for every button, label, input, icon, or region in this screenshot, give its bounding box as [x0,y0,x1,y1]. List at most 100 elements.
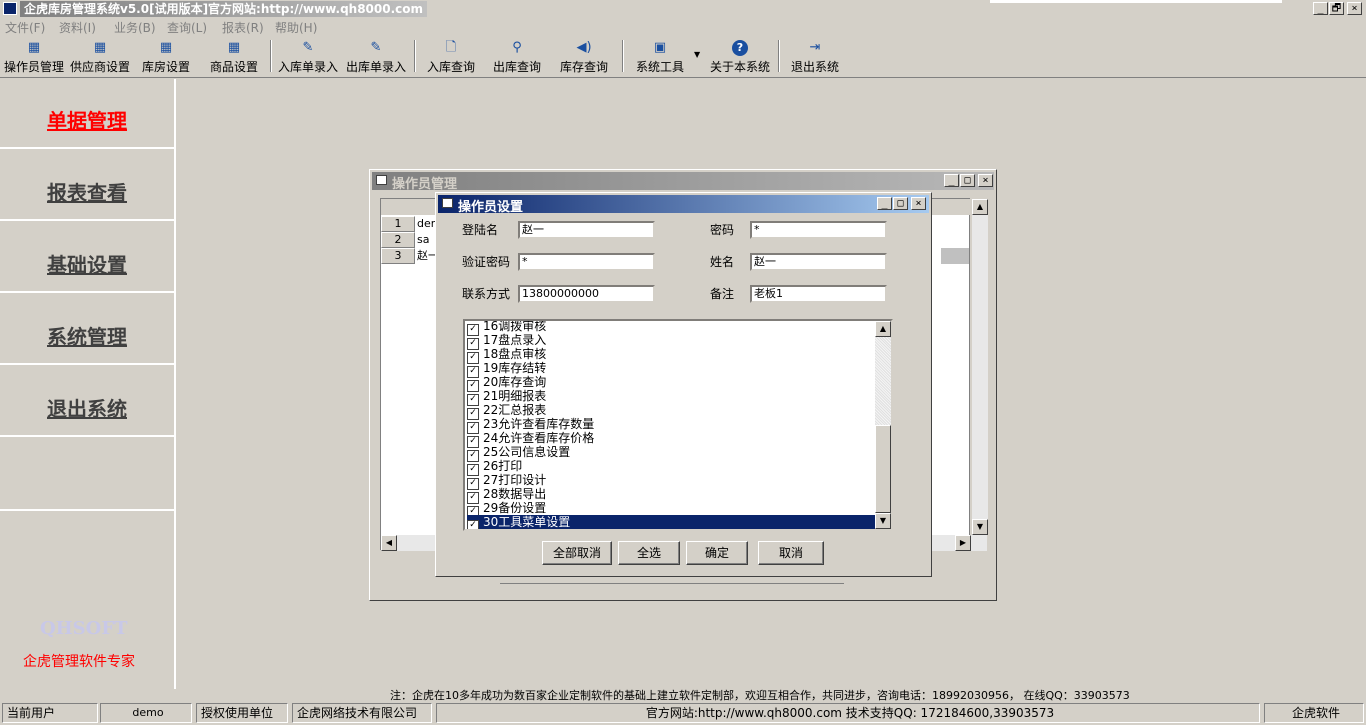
toolbar-exit-button[interactable]: ⇥ 退出系统 [788,40,842,74]
pen-icon: ✎ [370,40,382,55]
grid-cell-name[interactable]: sa [417,232,429,248]
permission-item[interactable]: ✓ 28数据导出 [467,487,546,504]
menu-bar: 文件(F) 资料(I) 业务(B) 查询(L) 报表(R) 帮助(H) [0,19,1366,37]
scroll-up-icon[interactable]: ▲ [875,321,891,337]
brand-slogan: 企虎管理软件专家 [23,654,135,670]
toolbar-separator [622,40,624,72]
brand-logo-text: QHSOFT [40,618,128,639]
toolbar-supplier-button[interactable]: ▦ 供应商设置 [68,40,132,74]
grid-row-number: 2 [381,232,415,248]
cancel-button[interactable]: 取消 [758,541,824,565]
permission-item[interactable]: ✓ 17盘点录入 [467,333,546,350]
permission-list[interactable]: ✓ 16调拨审核 ✓ 17盘点录入 ✓ 18盘点审核 ✓ 19库存结转 ✓ 20库存查询 … [463,319,893,531]
grid-vertical-scrollbar[interactable]: ▲ ▼ [971,199,988,535]
window-icon [376,175,387,185]
login-name-input[interactable]: 赵一 [518,221,655,239]
minimize-button[interactable]: _ [877,197,892,210]
toolbar-separator [270,40,272,72]
toolbar-inbound-query-button[interactable]: 🗋 入库查询 [424,40,478,74]
nav-divider [0,509,174,511]
menu-report[interactable]: 报表(R) [222,19,264,37]
checkbox-checked-icon[interactable]: ✓ [467,520,479,529]
nav-item-documents[interactable]: 单据管理 [0,79,174,149]
password-input[interactable]: * [750,221,887,239]
permission-item[interactable]: ✓ 26打印 [467,459,522,476]
menu-query[interactable]: 查询(L) [167,19,207,37]
note-input[interactable]: 老板1 [750,285,887,303]
password-label: 密码 [710,223,735,237]
dialog-titlebar: 操作员设置 _ □ × [438,195,929,215]
verify-password-label: 验证密码 [462,255,511,269]
login-name-label: 登陆名 [462,223,499,237]
toolbar-product-button[interactable]: ▦ 商品设置 [206,40,262,74]
minimize-button[interactable]: _ [1313,2,1328,15]
permission-item[interactable]: ✓ 29备份设置 [467,501,546,518]
contact-label: 联系方式 [462,287,511,301]
toolbar-inbound-entry-button[interactable]: ✎ 入库单录入 [276,40,340,74]
spreadsheet-icon: ▦ [93,40,107,55]
permission-item-selected[interactable]: ✓ 30工具菜单设置 [467,515,877,529]
toolbar-warehouse-button[interactable]: ▦ 库房设置 [138,40,194,74]
menu-help[interactable]: 帮助(H) [275,19,317,37]
exit-door-icon: ⇥ [809,40,821,55]
toolbar-separator [414,40,416,72]
scroll-left-icon[interactable]: ◀ [381,535,397,551]
toolbar-system-tools-button[interactable]: ▣ 系统工具 [633,40,687,74]
restore-button[interactable]: 🗗 [1329,2,1344,15]
permission-item[interactable]: ✓ 25公司信息设置 [467,445,570,462]
toolbar-operator-button[interactable]: ▦ 操作员管理 [2,40,66,74]
nav-item-reports[interactable]: 报表查看 [0,151,174,221]
current-user-value: demo [100,703,192,723]
permission-item[interactable]: ✓ 24允许查看库存价格 [467,431,594,448]
permission-list-scrollbar[interactable]: ▲ ▼ [875,321,891,529]
menu-business[interactable]: 业务(B) [114,19,156,37]
dialog-title: 操作员设置 [458,200,524,215]
app-icon [3,2,17,15]
operator-window-title: 操作员管理 [392,177,458,192]
close-button[interactable]: × [911,197,926,210]
toolbar-about-button[interactable]: ? 关于本系统 [707,40,773,74]
current-user-label: 当前用户 [2,703,98,723]
minimize-button[interactable]: _ [944,174,959,187]
permission-item[interactable]: ✓ 20库存查询 [467,375,546,392]
title-bar: 企虎库房管理系统v5.0[试用版本]官方网站:http://www.qh8000… [0,0,1366,18]
licensee-label: 授权使用单位 [196,703,288,723]
maximize-button[interactable]: □ [893,197,908,210]
left-nav-panel: 单据管理 报表查看 基础设置 系统管理 退出系统 [0,79,176,689]
permission-item[interactable]: ✓ 23允许查看库存数量 [467,417,594,434]
menu-file[interactable]: 文件(F) [5,19,45,37]
permission-item[interactable]: ✓ 21明细报表 [467,389,546,406]
ok-button[interactable]: 确定 [686,541,748,565]
full-name-input[interactable]: 赵一 [750,253,887,271]
contact-input[interactable]: 13800000000 [518,285,655,303]
scroll-down-icon[interactable]: ▼ [972,519,988,535]
chevron-down-icon[interactable]: ▼ [694,50,700,59]
maximize-button[interactable]: □ [960,174,975,187]
permission-item[interactable]: ✓ 19库存结转 [467,361,546,378]
clear-all-button[interactable]: 全部取消 [542,541,612,565]
scroll-thumb[interactable] [875,425,891,513]
toolbar-outbound-entry-button[interactable]: ✎ 出库单录入 [344,40,408,74]
scroll-right-icon[interactable]: ▶ [955,535,971,551]
scroll-down-icon[interactable]: ▼ [875,513,891,529]
menu-data[interactable]: 资料(I) [59,19,96,37]
window-title: 企虎库房管理系统v5.0[试用版本]官方网站:http://www.qh8000… [20,1,428,17]
permission-item[interactable]: ✓ 27打印设计 [467,473,546,490]
nav-item-basic-settings[interactable]: 基础设置 [0,223,174,293]
grid-row-number: 1 [381,216,415,232]
select-all-button[interactable]: 全选 [618,541,680,565]
chart-window-icon: ▣ [653,40,667,55]
toolbar-stock-query-button[interactable]: ◀) 库存查询 [557,40,611,74]
permission-item[interactable]: ✓ 22汇总报表 [467,403,546,420]
verify-password-input[interactable]: * [518,253,655,271]
licensee-value: 企虎网络技术有限公司 [292,703,432,723]
permission-item[interactable]: ✓ 18盘点审核 [467,347,546,364]
scroll-up-icon[interactable]: ▲ [972,199,988,215]
toolbar-outbound-query-button[interactable]: ⚲ 出库查询 [490,40,544,74]
close-button[interactable]: × [1347,2,1362,15]
nav-item-exit[interactable]: 退出系统 [0,367,174,437]
nav-item-system-management[interactable]: 系统管理 [0,295,174,365]
speaker-icon: ◀) [576,40,592,55]
permission-item[interactable]: ✓ 16调拨审核 [467,321,546,336]
close-button[interactable]: × [978,174,993,187]
